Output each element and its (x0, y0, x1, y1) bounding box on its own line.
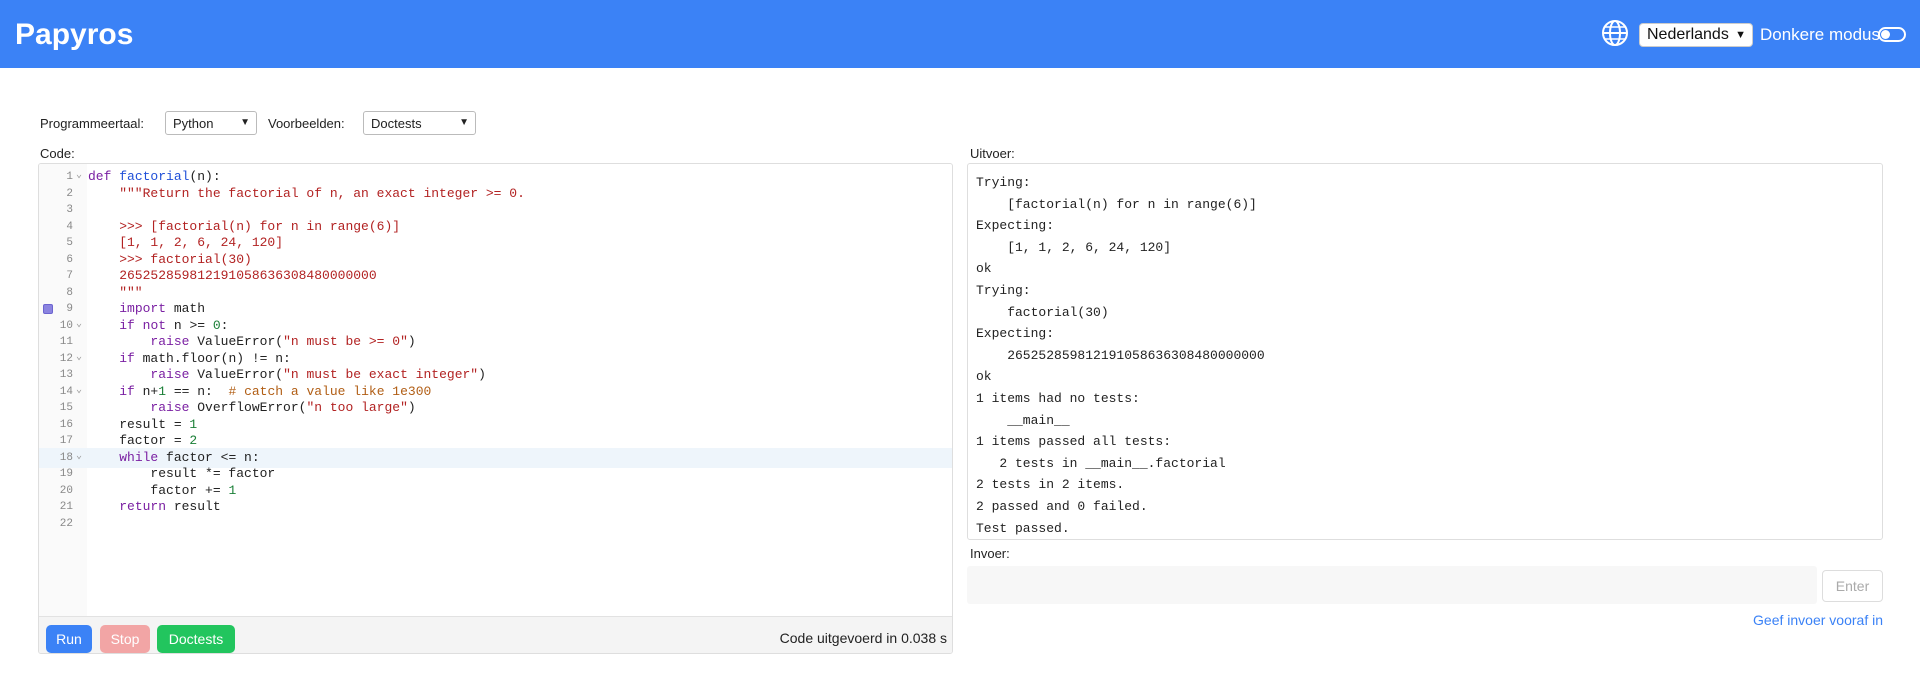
dark-mode-toggle[interactable] (1878, 27, 1906, 42)
run-button[interactable]: Run (46, 625, 92, 653)
dark-mode-label: Donkere modus (1760, 25, 1881, 44)
input-field[interactable] (967, 566, 1817, 604)
stop-button[interactable]: Stop (100, 625, 150, 653)
globe-icon (1602, 20, 1628, 46)
code-line[interactable]: 22 (39, 514, 952, 534)
prefill-input-link[interactable]: Geef invoer vooraf in (1753, 612, 1883, 628)
chevron-down-icon: ▼ (459, 117, 469, 128)
output-line: [1, 1, 2, 6, 24, 120] (976, 239, 1172, 255)
top-bar: Papyros Nederlands ▼ Donkere modus (0, 0, 1920, 68)
run-status: Code uitgevoerd in 0.038 s (779, 630, 947, 646)
output-label: Uitvoer: (970, 146, 1015, 161)
output-line: Trying: (976, 282, 1031, 298)
output-line: 2 passed and 0 failed. (976, 498, 1148, 514)
language-select-value: Nederlands (1647, 26, 1729, 43)
output-line: 2 tests in 2 items. (976, 477, 1125, 493)
output-line: [factorial(n) for n in range(6)] (976, 196, 1257, 212)
output-line: __main__ (976, 412, 1070, 428)
breakpoint-icon[interactable] (43, 304, 53, 314)
input-label: Invoer: (970, 546, 1010, 561)
programming-language-value: Python (173, 116, 214, 131)
programming-language-label: Programmeertaal: (40, 116, 145, 131)
output-line: 265252859812191058636308480000000 (976, 347, 1265, 363)
chevron-down-icon: ▼ (1735, 29, 1746, 41)
output-line: factorial(30) (976, 304, 1109, 320)
output-line: ok (976, 369, 992, 385)
examples-label: Voorbeelden: (268, 116, 345, 131)
code-label: Code: (40, 146, 75, 161)
output-line: Expecting: (976, 218, 1055, 234)
app-title: Papyros (15, 18, 134, 51)
output-line: 1 items passed all tests: (976, 434, 1172, 450)
output-line: 1 items had no tests: (976, 390, 1140, 406)
enter-button[interactable]: Enter (1822, 570, 1883, 602)
chevron-down-icon: ▼ (240, 117, 250, 128)
output-line: ok (976, 261, 992, 277)
output-line: Trying: (976, 175, 1031, 190)
line-number: 22 (59, 517, 73, 530)
examples-select[interactable]: Doctests ▼ (363, 111, 476, 135)
language-select[interactable]: Nederlands ▼ (1639, 23, 1753, 47)
doctests-button[interactable]: Doctests (157, 625, 235, 653)
output-line: Test passed. (976, 520, 1070, 536)
code-editor[interactable]: 1 ⌄ def factorial(n): 2 """Return the facto… (38, 163, 953, 654)
output-line: 2 tests in __main__.factorial (976, 455, 1226, 471)
output-line: Expecting: (976, 326, 1055, 342)
examples-value: Doctests (371, 116, 422, 131)
editor-footer: Run Stop Doctests Code uitgevoerd in 0.0… (39, 616, 952, 653)
output-panel: Trying: [factorial(n) for n in range(6)]… (967, 163, 1883, 540)
programming-language-select[interactable]: Python ▼ (165, 111, 257, 135)
toggle-knob (1881, 30, 1890, 39)
